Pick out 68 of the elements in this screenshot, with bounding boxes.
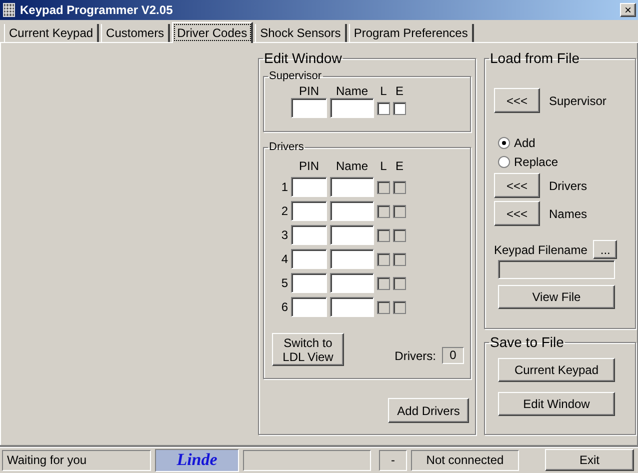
row-number: 2 (281, 204, 288, 218)
group-title: Load from File (489, 51, 580, 66)
column-header: E (395, 84, 404, 98)
column-header: L (380, 84, 387, 98)
exit-button[interactable]: Exit (545, 449, 634, 471)
tab[interactable]: Driver Codes (172, 22, 254, 43)
add-drivers-button[interactable]: Add Drivers (388, 398, 469, 424)
radio-label: Replace (514, 154, 558, 169)
pin-field[interactable] (291, 98, 327, 118)
button-label: Names (549, 206, 588, 221)
logo: Linde (155, 448, 239, 472)
column-header: PIN (298, 159, 319, 174)
button-label: Drivers (549, 178, 587, 193)
save-button[interactable]: Current Keypad (498, 358, 615, 382)
name-field[interactable] (330, 98, 374, 118)
name-field[interactable] (330, 249, 374, 270)
name-field[interactable] (330, 201, 374, 222)
group-title: Supervisor (268, 70, 323, 82)
status-message: Waiting for you (2, 450, 151, 470)
tab[interactable]: Shock Sensors (255, 24, 347, 42)
row-number: 1 (281, 180, 288, 194)
pin-field[interactable] (291, 249, 327, 270)
tab[interactable]: Program Preferences (348, 24, 474, 42)
load-button[interactable]: <<< (494, 201, 540, 226)
checkbox[interactable] (393, 102, 406, 115)
pin-field[interactable] (291, 273, 327, 294)
row-number: 6 (281, 300, 288, 314)
column-header: Name (336, 84, 368, 98)
name-field[interactable] (330, 225, 374, 246)
window-title: Keypad Programmer V2.05 (20, 3, 174, 17)
keypad-icon (3, 3, 15, 17)
pin-field[interactable] (291, 225, 327, 246)
radio-button[interactable] (498, 136, 510, 149)
count-value: 0 (442, 347, 464, 364)
row-number: 4 (281, 252, 288, 266)
group-title: Edit Window (263, 51, 343, 66)
name-field[interactable] (330, 297, 374, 318)
tab[interactable]: Current Keypad (4, 24, 100, 42)
column-header: PIN (298, 84, 319, 98)
group-title: Drivers (268, 141, 305, 154)
pin-field[interactable] (291, 177, 327, 198)
radio-label: Add (514, 136, 536, 150)
row-number: 5 (281, 276, 288, 290)
name-field[interactable] (330, 273, 374, 294)
pin-field[interactable] (291, 201, 327, 222)
checkbox[interactable] (377, 102, 390, 115)
browse-button[interactable]: ... (593, 240, 618, 260)
column-header: L (380, 159, 387, 174)
load-button[interactable]: <<< (494, 173, 540, 198)
name-field[interactable] (330, 177, 374, 198)
view-file-button[interactable]: View File (498, 285, 615, 310)
filename-label: Keypad Filename (494, 242, 588, 257)
pin-field[interactable] (291, 297, 327, 318)
status-indicator: - (379, 450, 407, 470)
column-header: E (395, 159, 404, 174)
row-number: 3 (281, 228, 288, 242)
column-header: Name (336, 159, 368, 174)
count-label: Drivers: (394, 348, 436, 363)
filename-field[interactable] (498, 260, 615, 280)
tab[interactable]: Customers (101, 24, 170, 42)
save-button[interactable]: Edit Window (498, 392, 615, 416)
group-title: Save to File (489, 335, 565, 350)
load-button[interactable]: <<< (494, 88, 540, 114)
close-button[interactable]: × (620, 3, 636, 17)
connection-status: Not connected (411, 450, 519, 470)
switch-view-button[interactable]: Switch to LDL View (272, 333, 344, 366)
radio-button[interactable] (498, 156, 510, 168)
button-label: Supervisor (549, 94, 606, 108)
